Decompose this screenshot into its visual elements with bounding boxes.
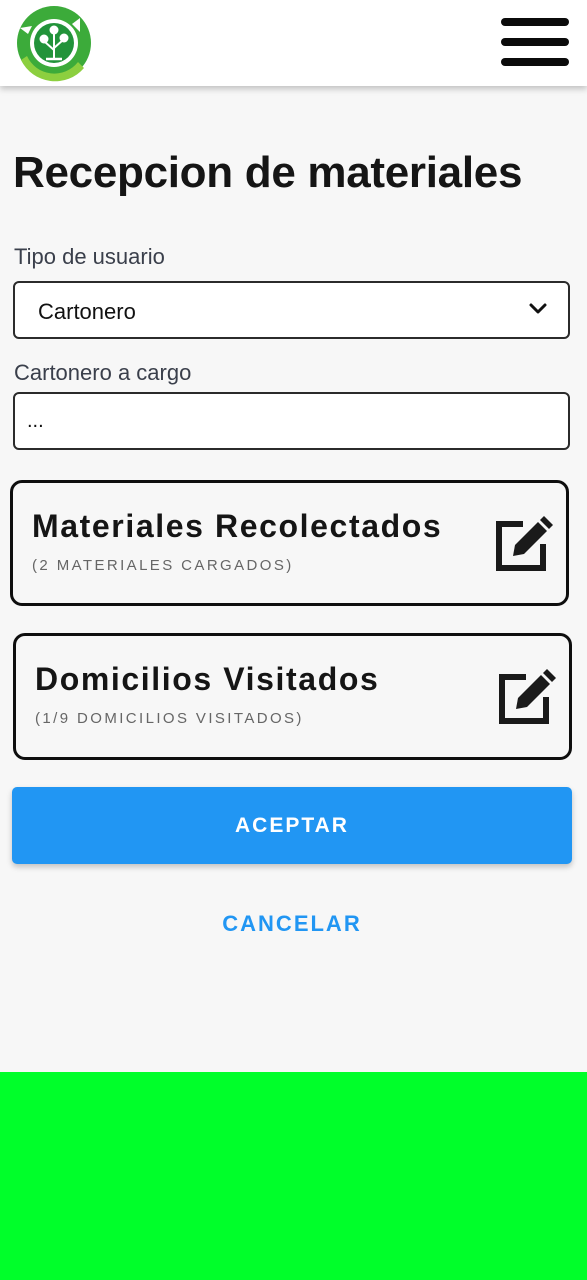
- menu-bar: [501, 38, 569, 46]
- app-header: [0, 0, 587, 86]
- materials-card[interactable]: Materiales Recolectados (2 MATERIALES CA…: [10, 480, 569, 606]
- cartonero-label: Cartonero a cargo: [14, 360, 192, 385]
- bottom-green-block: [0, 1072, 587, 1280]
- user-type-select[interactable]: Cartonero: [13, 281, 570, 339]
- cartonero-input[interactable]: [13, 392, 570, 450]
- edit-icon[interactable]: [493, 514, 553, 574]
- user-type-selected-value: Cartonero: [38, 299, 136, 324]
- edit-icon[interactable]: [496, 667, 556, 727]
- materials-card-subtitle: (2 MATERIALES CARGADOS): [32, 557, 294, 574]
- cancel-button[interactable]: CANCELAR: [12, 902, 572, 946]
- materials-card-title: Materiales Recolectados: [32, 508, 443, 544]
- homes-card-title: Domicilios Visitados: [35, 661, 380, 697]
- menu-bar: [501, 18, 569, 26]
- user-type-label: Tipo de usuario: [14, 244, 165, 269]
- chevron-down-icon: [529, 303, 547, 314]
- menu-bar: [501, 58, 569, 66]
- hamburger-menu-icon[interactable]: [501, 18, 569, 68]
- homes-card-subtitle: (1/9 DOMICILIOS VISITADOS): [35, 710, 304, 727]
- page-title: Recepcion de materiales: [13, 148, 523, 197]
- recycling-tree-logo[interactable]: [14, 4, 94, 82]
- homes-card[interactable]: Domicilios Visitados (1/9 DOMICILIOS VIS…: [13, 633, 572, 760]
- accept-button[interactable]: ACEPTAR: [12, 787, 572, 864]
